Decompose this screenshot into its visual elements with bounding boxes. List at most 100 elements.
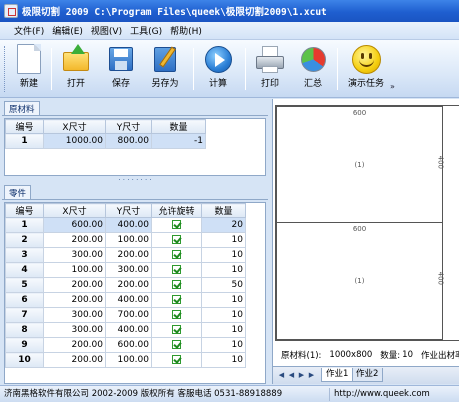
cell-x[interactable]: 200.00 [43,337,106,353]
cut-piece[interactable]: 600 (1) 400 [276,106,444,223]
next-tab-icon[interactable]: ▶ [297,370,306,381]
cell-y[interactable]: 100.00 [105,232,152,248]
cell-qty[interactable]: 10 [201,292,246,308]
rotate-checkbox[interactable] [172,235,181,244]
rotate-checkbox[interactable] [172,295,181,304]
materials-col-qty[interactable]: 数量 [151,119,206,134]
menu-help[interactable]: 帮助(H) [170,24,202,37]
cell-rotate[interactable] [151,352,202,368]
cell-rotate[interactable] [151,247,202,263]
cell-x[interactable]: 200.00 [43,277,106,293]
rotate-checkbox[interactable] [172,220,181,229]
rotate-checkbox[interactable] [172,340,181,349]
cell-x[interactable]: 200.00 [43,292,106,308]
parts-col-y[interactable]: Y尺寸 [105,203,152,218]
save-button[interactable]: 保存 [102,43,140,95]
table-row[interactable]: 2 200.00 100.00 10 [5,232,246,248]
menu-file[interactable]: 文件(F) [14,24,44,37]
summary-button[interactable]: 汇总 [294,43,332,95]
cell-y[interactable]: 600.00 [105,337,152,353]
cell-y[interactable]: 400.00 [105,217,152,233]
table-row[interactable]: 8 300.00 400.00 10 [5,322,246,338]
status-website[interactable]: http://www.queek.com [330,388,434,401]
cell-y[interactable]: 300.00 [105,262,152,278]
cell-qty[interactable]: 10 [201,322,246,338]
first-tab-icon[interactable]: ◀ [277,370,286,381]
rotate-checkbox[interactable] [172,265,181,274]
cell-x[interactable]: 1000.00 [43,133,106,149]
cell-x[interactable]: 200.00 [43,232,106,248]
cell-rotate[interactable] [151,262,202,278]
rotate-checkbox[interactable] [172,250,181,259]
table-row[interactable]: 1 1000.00 800.00 -1 [5,133,206,149]
cell-x[interactable]: 100.00 [43,262,106,278]
panel-splitter[interactable]: · · · · · · · · [2,177,268,184]
cell-x[interactable]: 200.00 [43,352,106,368]
materials-col-y[interactable]: Y尺寸 [105,119,152,134]
menu-edit[interactable]: 编辑(E) [52,24,83,37]
cell-y[interactable]: 200.00 [105,277,152,293]
table-row[interactable]: 1 600.00 400.00 20 [5,217,246,233]
cell-qty[interactable]: 10 [201,232,246,248]
cell-rotate[interactable] [151,322,202,338]
cell-rotate[interactable] [151,277,202,293]
cell-qty[interactable]: 10 [201,337,246,353]
cell-y[interactable]: 700.00 [105,307,152,323]
cell-x[interactable]: 300.00 [43,322,106,338]
parts-col-qty[interactable]: 数量 [201,203,246,218]
table-row[interactable]: 7 300.00 700.00 10 [5,307,246,323]
cut-piece[interactable]: 600 (1) 400 [276,222,444,340]
layout-canvas[interactable]: 600 (1) 400 600 (1) 400 [273,99,459,345]
cell-rotate[interactable] [151,337,202,353]
cell-qty[interactable]: 10 [201,247,246,263]
cell-qty[interactable]: 10 [201,307,246,323]
cell-rotate[interactable] [151,232,202,248]
print-button[interactable]: 打印 [251,43,289,95]
tab-materials[interactable]: 原材料 [4,101,40,115]
cell-qty[interactable]: 10 [201,352,246,368]
rotate-checkbox[interactable] [172,280,181,289]
cell-rotate[interactable] [151,307,202,323]
cell-x[interactable]: 300.00 [43,307,106,323]
cell-y[interactable]: 400.00 [105,322,152,338]
table-row[interactable]: 4 100.00 300.00 10 [5,262,246,278]
rotate-checkbox[interactable] [172,325,181,334]
cell-qty[interactable]: 50 [201,277,246,293]
tab-job-1[interactable]: 作业1 [321,368,354,382]
cell-rotate[interactable] [151,292,202,308]
cell-y[interactable]: 800.00 [105,133,152,149]
rotate-checkbox[interactable] [172,310,181,319]
menu-tools[interactable]: 工具(G) [130,24,162,37]
table-row[interactable]: 6 200.00 400.00 10 [5,292,246,308]
cell-qty[interactable]: -1 [151,133,206,149]
cell-qty[interactable]: 10 [201,262,246,278]
open-button[interactable]: 打开 [57,43,95,95]
parts-col-x[interactable]: X尺寸 [43,203,106,218]
materials-col-id[interactable]: 编号 [5,119,44,134]
tab-parts[interactable]: 零件 [4,185,32,199]
menu-view[interactable]: 视图(V) [91,24,122,37]
cell-y[interactable]: 200.00 [105,247,152,263]
table-row[interactable]: 3 300.00 200.00 10 [5,247,246,263]
cell-y[interactable]: 100.00 [105,352,152,368]
cell-x[interactable]: 600.00 [43,217,106,233]
table-row[interactable]: 9 200.00 600.00 10 [5,337,246,353]
new-button[interactable]: 新建 [10,43,48,95]
cell-qty[interactable]: 20 [201,217,246,233]
materials-col-x[interactable]: X尺寸 [43,119,106,134]
prev-tab-icon[interactable]: ◀ [287,370,296,381]
table-row[interactable]: 10 200.00 100.00 10 [5,352,246,368]
save-as-button[interactable]: 另存为 [146,43,184,95]
parts-col-rotate[interactable]: 允许旋转 [151,203,202,218]
cell-x[interactable]: 300.00 [43,247,106,263]
tab-job-2[interactable]: 作业2 [351,368,384,382]
toolbar-overflow-icon[interactable]: » [390,82,398,92]
demo-task-button[interactable]: 演示任务 [343,43,389,95]
cell-rotate[interactable] [151,217,202,233]
last-tab-icon[interactable]: ▶ [307,370,316,381]
toolbar-grip[interactable] [4,46,7,92]
cell-y[interactable]: 400.00 [105,292,152,308]
table-row[interactable]: 5 200.00 200.00 50 [5,277,246,293]
calculate-button[interactable]: 计算 [199,43,237,95]
rotate-checkbox[interactable] [172,355,181,364]
